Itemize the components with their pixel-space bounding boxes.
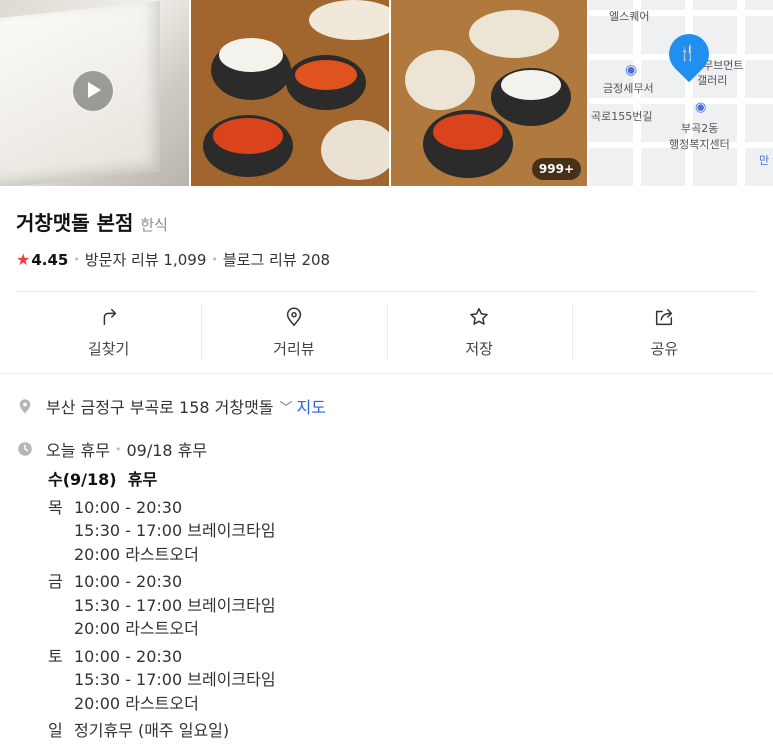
restaurant-icon: 🍴 — [678, 44, 697, 62]
blog-review-count: 208 — [301, 251, 331, 269]
day-name: 목 — [48, 497, 63, 517]
poi-icon: ◉ — [695, 100, 707, 115]
break-time-line: 15:30 - 17:00 브레이크타임 — [74, 521, 276, 540]
day-hours-thu: 목 10:00 - 20:30 15:30 - 17:00 브레이크타임 20:… — [48, 496, 276, 567]
plate-image — [469, 10, 559, 58]
visitor-review-count: 1,099 — [163, 251, 207, 269]
photo-count-badge[interactable]: 999+ — [531, 158, 581, 180]
last-order-line: 20:00 라스트오더 — [74, 693, 199, 713]
streetview-button[interactable]: 거리뷰 — [201, 292, 386, 372]
streetview-pin-icon — [286, 307, 302, 326]
title-row: 거창맷돌 본점 한식 — [16, 207, 168, 236]
food-photo-1[interactable] — [191, 0, 389, 186]
separator-dot: • — [114, 442, 122, 456]
rice-image — [501, 70, 561, 100]
last-order-line: 20:00 라스트오더 — [74, 544, 199, 564]
place-category: 한식 — [140, 216, 168, 234]
divider — [0, 373, 773, 374]
directions-label: 길찾기 — [87, 339, 130, 358]
today-hours: 수(9/18) 휴무 — [48, 470, 158, 489]
play-icon[interactable] — [71, 69, 115, 113]
day-name: 금 — [48, 572, 63, 591]
save-button[interactable]: 저장 — [386, 292, 572, 372]
blog-review-link[interactable]: 블로그 리뷰 208 — [223, 249, 330, 270]
place-name: 거창맷돌 본점 — [16, 211, 134, 235]
separator-dot: • — [211, 253, 218, 266]
hours-line: 10:00 - 20:30 — [74, 646, 183, 666]
address-row: 부산 금정구 부곡로 158 거창맷돌 ﹀ 지도 — [16, 394, 326, 418]
action-bar: 길찾기 거리뷰 저장 공유 — [16, 292, 757, 372]
stew-image — [433, 114, 503, 150]
plate-image — [309, 0, 389, 40]
day-hours-fri: 금 10:00 - 20:30 15:30 - 17:00 브레이크타임 20:… — [48, 570, 276, 641]
break-time-line: 15:30 - 17:00 브레이크타임 — [74, 595, 276, 615]
map-label: 부곡2동 — [681, 122, 719, 135]
hours-status: 오늘 휴무 — [46, 441, 110, 460]
rating-row: ★ 4.45 • 방문자 리뷰 1,099 • 블로그 리뷰 208 — [16, 249, 330, 270]
hours-line: 10:00 - 20:30 — [74, 497, 183, 517]
visitor-review-label: 방문자 리뷰 — [84, 251, 159, 269]
separator-dot: • — [73, 253, 80, 266]
last-order-line: 20:00 라스트오더 — [74, 619, 199, 638]
day-hours-sun: 일 정기휴무 (매주 일요일) — [48, 719, 276, 743]
directions-icon — [103, 308, 116, 325]
day-name: 일 — [48, 721, 63, 740]
poi-icon: ◉ — [625, 62, 638, 78]
share-icon — [656, 308, 673, 325]
map-label: 행정복지센터 — [669, 138, 730, 151]
streetview-label: 거리뷰 — [273, 339, 315, 358]
hours-line: 10:00 - 20:30 — [74, 572, 183, 591]
location-pin-icon — [19, 399, 31, 414]
hours-status-row[interactable]: 오늘 휴무 • 09/18 휴무 — [16, 437, 207, 461]
photo-strip: 999+ 엘스퀘어 ◉ 금정세무서 곡로155번길 무브먼트 갤러리 ◉ 부곡2… — [0, 0, 773, 186]
day-hours-sat: 토 10:00 - 20:30 15:30 - 17:00 브레이크타임 20:… — [48, 645, 276, 716]
map-label: 만 — [759, 154, 770, 167]
food-photo-2[interactable]: 999+ — [391, 0, 587, 186]
hours-list: 수(9/18) 휴무 목 10:00 - 20:30 15:30 - 17:00… — [48, 468, 276, 747]
map-label: 갤러리 — [697, 74, 728, 87]
chevron-down-icon[interactable]: ﹀ — [280, 397, 293, 416]
break-time-line: 15:30 - 17:00 브레이크타임 — [74, 670, 276, 689]
address-text[interactable]: 부산 금정구 부곡로 158 거창맷돌 — [46, 394, 274, 418]
visitor-review-link[interactable]: 방문자 리뷰 1,099 — [85, 249, 207, 270]
video-thumbnail[interactable] — [0, 0, 189, 186]
save-label: 저장 — [465, 339, 493, 358]
star-icon: ★ — [16, 250, 31, 269]
stew-image — [213, 118, 283, 154]
star-outline-icon — [470, 307, 488, 325]
map-label: 무브먼트 — [703, 59, 744, 72]
hours-status-detail: 09/18 휴무 — [126, 441, 208, 460]
map-label: 금정세무서 — [603, 82, 654, 95]
map-link[interactable]: 지도 — [297, 394, 326, 418]
rating-score: 4.45 — [31, 250, 69, 269]
share-button[interactable]: 공유 — [571, 292, 757, 372]
plate-image — [405, 50, 475, 110]
plate-image — [321, 120, 389, 180]
mini-map[interactable]: 엘스퀘어 ◉ 금정세무서 곡로155번길 무브먼트 갤러리 ◉ 부곡2동 행정복… — [589, 0, 773, 186]
map-label: 엘스퀘어 — [609, 10, 650, 23]
stew-image — [295, 60, 357, 90]
share-label: 공유 — [650, 339, 679, 358]
map-label: 곡로155번길 — [591, 110, 653, 123]
closed-line: 정기휴무 (매주 일요일) — [74, 721, 230, 740]
day-name: 토 — [48, 646, 63, 666]
rice-image — [219, 38, 283, 72]
clock-icon — [18, 442, 32, 456]
blog-review-label: 블로그 리뷰 — [222, 251, 297, 269]
directions-button[interactable]: 길찾기 — [16, 292, 201, 372]
